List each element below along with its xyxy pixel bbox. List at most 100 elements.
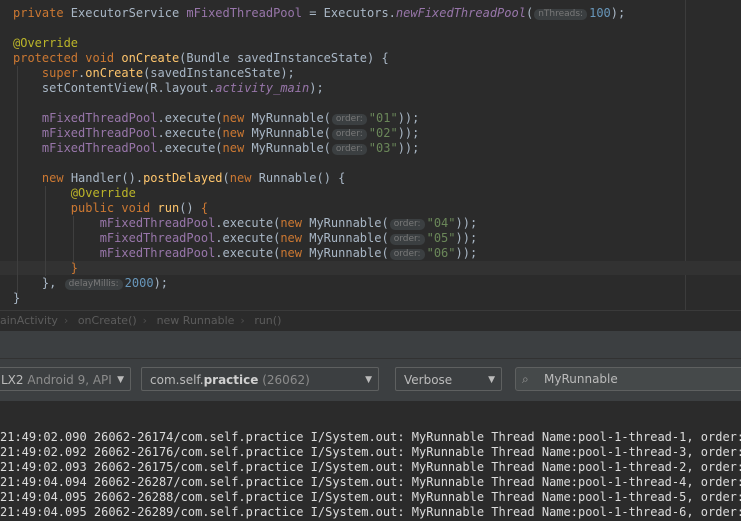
device-name: LX2 (1, 373, 24, 387)
code-token: { (200, 201, 209, 215)
log-line: 21:49:04.095 26062-26288/com.self.practi… (0, 490, 741, 504)
code-token: 2000 (124, 276, 154, 290)
code-token: MyRunnable( (309, 231, 389, 245)
process-pid: (26062) (262, 373, 310, 387)
code-token: ( (222, 171, 230, 185)
code-token: Handler(). (70, 171, 144, 185)
code-token: MyRunnable( (251, 141, 331, 155)
log-line: 21:49:02.090 26062-26174/com.self.practi… (0, 430, 741, 444)
code-token: new (222, 126, 252, 140)
code-line: mFixedThreadPool.execute(new MyRunnable(… (13, 231, 477, 246)
breadcrumb-item[interactable]: onCreate() (78, 314, 137, 327)
code-token: Runnable() { (258, 171, 346, 185)
code-token: ( (525, 6, 534, 20)
code-line: mFixedThreadPool.execute(new MyRunnable(… (13, 111, 419, 126)
process-dropdown[interactable]: com.self.practice (26062) ▼ (141, 367, 379, 391)
code-token: new (280, 246, 310, 260)
code-token: ); (610, 6, 626, 20)
code-token: mFixedThreadPool (41, 111, 158, 125)
code-editor[interactable]: private ExecutorService mFixedThreadPool… (0, 0, 741, 310)
device-info: Android 9, API (27, 373, 112, 387)
log-level-dropdown[interactable]: Verbose ▼ (395, 367, 502, 391)
code-token: "06" (426, 246, 456, 260)
code-token: 100 (589, 6, 611, 20)
code-line: setContentView(R.layout.activity_main); (13, 81, 324, 96)
code-line: new Handler().postDelayed(new Runnable()… (13, 171, 345, 186)
logcat-search-input[interactable]: ⌕ MyRunnable (515, 367, 741, 391)
code-line: @Override (13, 186, 136, 201)
code-token: )); (455, 216, 478, 230)
breadcrumb-item[interactable]: ainActivity (0, 314, 58, 327)
code-token: @Override (13, 36, 79, 50)
code-token: .execute( (157, 126, 223, 140)
code-token: new (222, 111, 252, 125)
code-token: mFixedThreadPool (99, 216, 216, 230)
code-token: public void (70, 201, 158, 215)
code-line: }, delayMillis: 2000); (13, 276, 168, 291)
code-line: @Override (13, 36, 78, 51)
code-token: onCreate (85, 66, 144, 80)
code-token: )); (455, 231, 478, 245)
search-value: MyRunnable (544, 372, 618, 386)
code-line: super.onCreate(savedInstanceState); (13, 66, 295, 81)
code-token: private (13, 6, 71, 20)
code-token: .execute( (215, 246, 281, 260)
code-line: protected void onCreate(Bundle savedInst… (13, 51, 389, 66)
code-token: .execute( (157, 111, 223, 125)
breadcrumb-separator-icon: › (240, 314, 245, 327)
breadcrumb-item[interactable]: run() (254, 314, 281, 327)
chevron-down-icon: ▼ (117, 375, 124, 385)
code-token: (Bundle savedInstanceState) { (179, 51, 389, 65)
code-token: new (229, 171, 259, 185)
log-line: 21:49:02.092 26062-26176/com.self.practi… (0, 445, 741, 459)
code-token: )); (455, 246, 478, 260)
code-token: onCreate (121, 51, 180, 65)
log-line: 21:49:04.095 26062-26289/com.self.practi… (0, 505, 741, 519)
code-token: mFixedThreadPool (99, 246, 216, 260)
code-token: "05" (426, 231, 456, 245)
process-name-bold: practice (203, 373, 259, 387)
code-token: )); (397, 141, 420, 155)
code-line: private ExecutorService mFixedThreadPool… (13, 6, 625, 21)
code-token: = Executors. (301, 6, 396, 20)
code-token: ExecutorService (70, 6, 187, 20)
code-token: MyRunnable( (309, 216, 389, 230)
code-line: mFixedThreadPool.execute(new MyRunnable(… (13, 141, 419, 156)
chevron-down-icon: ▼ (365, 375, 372, 385)
logcat-tool-header (0, 331, 741, 359)
code-token: MyRunnable( (309, 246, 389, 260)
code-token: @Override (70, 186, 136, 200)
breadcrumb-item[interactable]: new Runnable (157, 314, 235, 327)
log-line: 21:49:04.094 26062-26287/com.self.practi… (0, 475, 741, 489)
parameter-hint: delayMillis: (64, 279, 123, 290)
code-token: MyRunnable( (251, 111, 331, 125)
code-token: "03" (368, 141, 398, 155)
device-dropdown[interactable]: LX2 Android 9, API ▼ (0, 367, 131, 391)
code-token: new (222, 141, 252, 155)
parameter-hint: order: (389, 234, 425, 245)
code-token: new (280, 231, 310, 245)
parameter-hint: nThreads: (534, 9, 588, 20)
logcat-toolbar: LX2 Android 9, API ▼ com.self.practice (… (0, 359, 741, 401)
parameter-hint: order: (331, 129, 367, 140)
code-line: public void run() { (13, 201, 208, 216)
code-token: ); (309, 81, 324, 95)
breadcrumb-separator-icon: › (63, 314, 69, 327)
code-token: "04" (426, 216, 456, 230)
code-token: mFixedThreadPool (41, 141, 158, 155)
parameter-hint: order: (331, 144, 367, 155)
logcat-output[interactable]: 21:49:02.090 26062-26174/com.self.practi… (0, 401, 741, 521)
code-token: postDelayed (143, 171, 223, 185)
breadcrumb: ainActivity › onCreate() › new Runnable › r… (0, 310, 741, 331)
code-token: } (70, 261, 79, 275)
code-token: MyRunnable( (251, 126, 331, 140)
code-token: run (157, 201, 180, 215)
